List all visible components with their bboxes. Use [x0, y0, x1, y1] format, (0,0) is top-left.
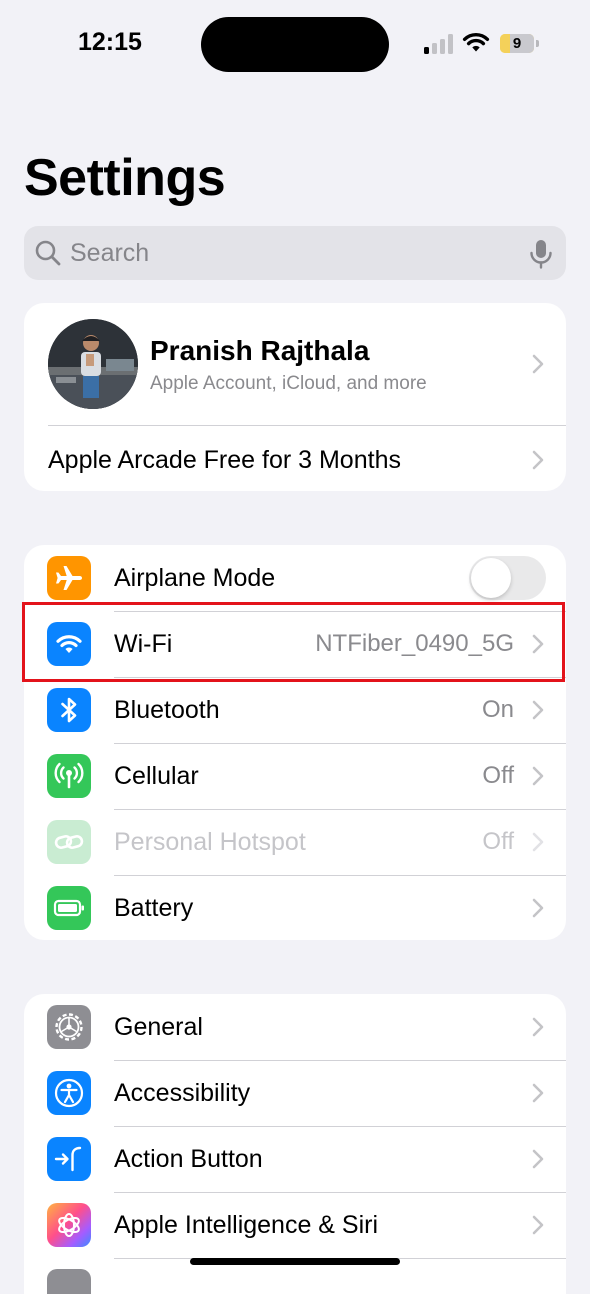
personal-hotspot-value: Off: [482, 828, 514, 855]
settings-row-personal-hotspot[interactable]: Personal Hotspot Off: [24, 809, 566, 875]
apple-arcade-offer-label: Apple Arcade Free for 3 Months: [48, 446, 401, 474]
chevron-right-icon: [532, 766, 544, 786]
divider: [48, 425, 566, 426]
settings-row-apple-intelligence-siri[interactable]: Apple Intelligence & Siri: [24, 1192, 566, 1258]
cellular-label: Cellular: [114, 762, 199, 790]
hotspot-link-icon: [47, 820, 91, 864]
status-time: 12:15: [78, 28, 142, 56]
wifi-status-icon: [462, 32, 490, 52]
airplane-icon: [47, 556, 91, 600]
action-button-icon: [47, 1137, 91, 1181]
bluetooth-label: Bluetooth: [114, 696, 220, 724]
system-card: General Accessibility Action Button Appl…: [24, 994, 566, 1294]
chevron-right-icon: [532, 898, 544, 918]
battery-percentage: 9: [512, 35, 522, 52]
bluetooth-icon: [47, 688, 91, 732]
partial-row-icon: [47, 1269, 91, 1294]
battery-icon: [47, 886, 91, 930]
chevron-right-icon: [532, 1215, 544, 1235]
search-bar[interactable]: [24, 226, 566, 280]
profile-name: Pranish Rajthala: [150, 335, 370, 366]
chevron-right-icon: [532, 1017, 544, 1037]
action-button-label: Action Button: [114, 1145, 263, 1173]
status-bar: 12:15 9: [0, 0, 590, 90]
apple-intelligence-icon: [47, 1203, 91, 1247]
settings-row-battery[interactable]: Battery: [24, 875, 566, 940]
profile-subtitle: Apple Account, iCloud, and more: [150, 373, 427, 394]
chevron-right-icon: [532, 450, 544, 470]
chevron-right-icon: [532, 832, 544, 852]
antenna-icon: [47, 754, 91, 798]
cellular-value: Off: [482, 762, 514, 789]
profile-row[interactable]: Pranish Rajthala Apple Account, iCloud, …: [24, 303, 566, 425]
general-label: General: [114, 1013, 203, 1041]
accessibility-person-icon: [47, 1071, 91, 1115]
settings-row-cellular[interactable]: Cellular Off: [24, 743, 566, 809]
dynamic-island: [201, 17, 389, 72]
chevron-right-icon: [532, 1083, 544, 1103]
avatar: [48, 319, 138, 409]
chevron-right-icon: [532, 700, 544, 720]
cellular-signal-icon: [424, 34, 454, 54]
apple-arcade-offer-row[interactable]: Apple Arcade Free for 3 Months: [24, 427, 566, 491]
page-title: Settings: [24, 149, 226, 207]
battery-label: Battery: [114, 894, 194, 922]
settings-row-action-button[interactable]: Action Button: [24, 1126, 566, 1192]
bluetooth-value: On: [481, 696, 514, 723]
account-card: Pranish Rajthala Apple Account, iCloud, …: [24, 303, 566, 491]
settings-row-accessibility[interactable]: Accessibility: [24, 1060, 566, 1126]
chevron-right-icon: [532, 354, 544, 374]
settings-row-general[interactable]: General: [24, 994, 566, 1060]
home-indicator[interactable]: [190, 1258, 400, 1265]
wifi-highlight-box: [22, 602, 565, 682]
airplane-mode-toggle[interactable]: [469, 556, 546, 600]
personal-hotspot-label: Personal Hotspot: [114, 828, 306, 856]
accessibility-label: Accessibility: [114, 1079, 251, 1107]
search-input[interactable]: [70, 226, 510, 280]
microphone-icon[interactable]: [528, 239, 554, 269]
settings-row-bluetooth[interactable]: Bluetooth On: [24, 677, 566, 743]
search-icon: [35, 240, 61, 266]
gear-icon: [47, 1005, 91, 1049]
chevron-right-icon: [532, 1149, 544, 1169]
apple-intelligence-siri-label: Apple Intelligence & Siri: [114, 1211, 379, 1239]
battery-status-icon: 9: [500, 34, 539, 53]
